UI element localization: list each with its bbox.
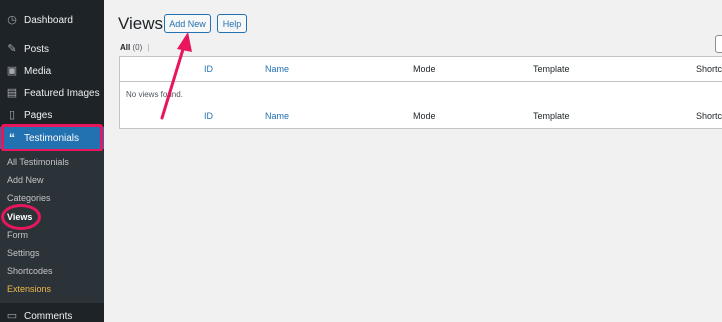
menu-item-dashboard[interactable]: ◷ Dashboard [0,9,104,31]
menu-item-label: Featured Images [24,87,100,99]
submenu-settings[interactable]: Settings [7,248,40,258]
pages-icon: ▯ [8,108,16,121]
filter-count: (0) [132,43,143,52]
testimonials-highlight-annotation [1,124,103,152]
menu-item-pages[interactable]: ▯ Pages [0,104,104,126]
menu-item-label: Pages [24,109,53,121]
image-icon: ▤ [6,86,18,99]
filter-separator: | [147,43,150,52]
footer-column-name[interactable]: Name [265,104,289,128]
page-title: Views [118,14,164,33]
menu-item-comments[interactable]: ▭ Comments [0,305,104,322]
status-filter: All (0) | [120,43,150,52]
footer-column-shortcode: Shortcode [696,111,722,121]
menu-item-media[interactable]: ▣ Media [0,60,104,82]
footer-column-mode: Mode [413,111,436,121]
menu-item-posts[interactable]: ✎ Posts [0,38,104,60]
main-content: Views Add New Help All (0) | ID Name Mod… [104,0,722,322]
menu-item-label: Comments [24,310,73,322]
search-box-edge[interactable] [715,35,722,53]
submenu-add-new[interactable]: Add New [7,175,44,185]
media-icon: ▣ [6,64,18,77]
add-new-button[interactable]: Add New [164,14,211,33]
help-button[interactable]: Help [217,14,247,33]
empty-message: No views found. [126,90,183,99]
comment-icon: ▭ [6,309,18,322]
column-name[interactable]: Name [265,57,289,81]
column-shortcode: Shortcode [696,64,722,74]
column-id[interactable]: ID [204,57,213,81]
menu-item-label: Dashboard [24,14,73,26]
submenu-all-testimonials[interactable]: All Testimonials [7,157,69,167]
admin-sidebar: ◷ Dashboard ✎ Posts ▣ Media ▤ Featured I… [0,0,109,322]
column-mode: Mode [413,64,436,74]
menu-item-featured-images[interactable]: ▤ Featured Images [0,82,104,104]
dashboard-icon: ◷ [7,13,17,26]
table-header: ID Name Mode Template Shortcode [120,57,722,82]
views-circle-annotation [1,204,41,230]
submenu-extensions[interactable]: Extensions [7,284,51,294]
submenu-shortcodes[interactable]: Shortcodes [7,266,53,276]
submenu-categories[interactable]: Categories [7,193,51,203]
table-footer: ID Name Mode Template Shortcode [119,104,722,129]
menu-item-label: Media [24,65,52,77]
submenu-form[interactable]: Form [7,230,28,240]
footer-column-id[interactable]: ID [204,104,213,128]
menu-item-label: Posts [24,43,50,55]
column-template: Template [533,64,570,74]
pin-icon: ✎ [7,42,17,55]
footer-column-template: Template [533,111,570,121]
filter-all-link[interactable]: All [120,43,130,52]
